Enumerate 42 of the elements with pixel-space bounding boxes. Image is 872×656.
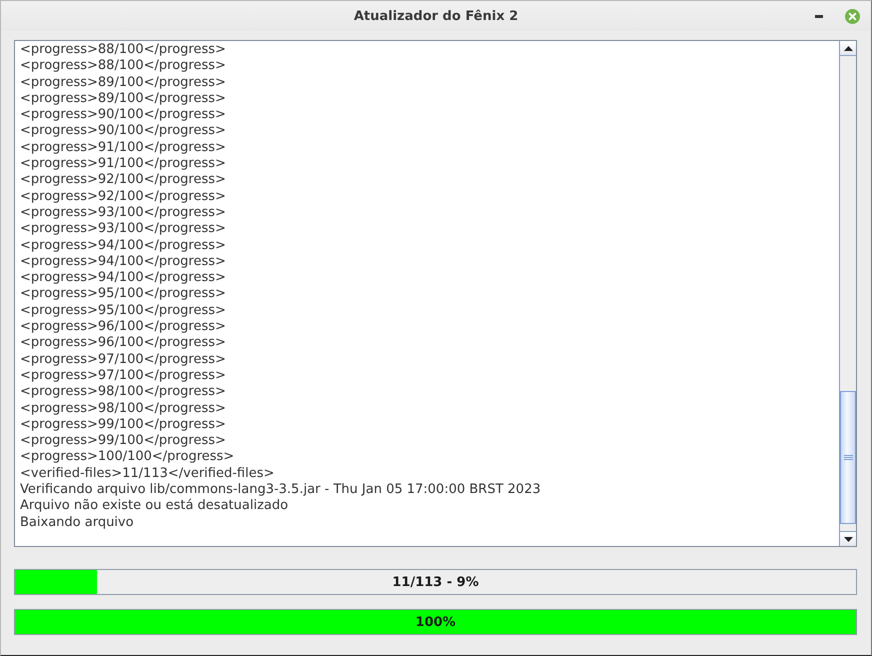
log-line: <verified-files>11/113</verified-files> bbox=[20, 466, 276, 482]
log-line: <progress>96/100</progress> bbox=[20, 335, 227, 352]
log-line: <progress>93/100</progress> bbox=[20, 221, 227, 238]
log-line: <progress>90/100</progress> bbox=[20, 123, 227, 140]
log-line: <progress>89/100</progress> bbox=[20, 74, 227, 91]
progress-label: 11/113 - 9% bbox=[392, 574, 479, 590]
log-line: <progress>97/100</progress> bbox=[20, 352, 227, 368]
log-line: <progress>99/100</progress> bbox=[20, 433, 227, 450]
progress-label: 100% bbox=[415, 614, 456, 630]
log-line: <progress>94/100</progress> bbox=[20, 270, 227, 286]
log-line: <progress>88/100</progress> bbox=[20, 42, 227, 58]
log-line: <progress>93/100</progress> bbox=[20, 204, 227, 222]
log-line: <progress>98/100</progress> bbox=[20, 384, 227, 401]
log-line: <progress>100/100</progress> bbox=[20, 449, 236, 466]
log-line: <progress>96/100</progress> bbox=[20, 319, 227, 336]
log-line: Arquivo não existe ou está desatualizado bbox=[20, 498, 290, 515]
log-line: <progress>92/100</progress> bbox=[20, 172, 227, 189]
log-line: <progress>95/100</progress> bbox=[20, 286, 227, 303]
log-line: <progress>90/100</progress> bbox=[20, 107, 227, 124]
triangle-up-icon bbox=[844, 46, 852, 50]
scroll-down-button[interactable] bbox=[840, 531, 856, 546]
log-line: Baixando arquivo bbox=[20, 514, 135, 531]
log-line: <progress>99/100</progress> bbox=[20, 416, 227, 434]
minimize-icon[interactable] bbox=[815, 14, 823, 18]
window-title: Atualizador do Fênix 2 bbox=[354, 8, 518, 24]
log-text-area[interactable] bbox=[14, 40, 857, 547]
log-line: <progress>89/100</progress> bbox=[20, 90, 227, 108]
log-line: <progress>95/100</progress> bbox=[20, 302, 227, 320]
log-line: <progress>94/100</progress> bbox=[20, 238, 227, 254]
log-line: Verificando arquivo lib/commons-lang3-3.5.jar - Thu Jan 05 17:00:00 BRST 2023 bbox=[20, 482, 542, 498]
log-line: <progress>92/100</progress> bbox=[20, 188, 227, 205]
vertical-scrollbar[interactable] bbox=[839, 41, 856, 546]
scroll-up-button[interactable] bbox=[840, 41, 856, 56]
log-line: <progress>94/100</progress> bbox=[20, 254, 227, 270]
triangle-down-icon bbox=[844, 536, 852, 542]
log-line: <progress>91/100</progress> bbox=[20, 156, 227, 172]
scrollbar-thumb[interactable] bbox=[840, 391, 856, 524]
grip-icon bbox=[844, 455, 852, 460]
log-line: <progress>91/100</progress> bbox=[20, 140, 227, 156]
log-line: <progress>98/100</progress> bbox=[20, 400, 227, 417]
log-line: <progress>97/100</progress> bbox=[20, 368, 227, 384]
log-line: <progress>88/100</progress> bbox=[20, 58, 227, 75]
